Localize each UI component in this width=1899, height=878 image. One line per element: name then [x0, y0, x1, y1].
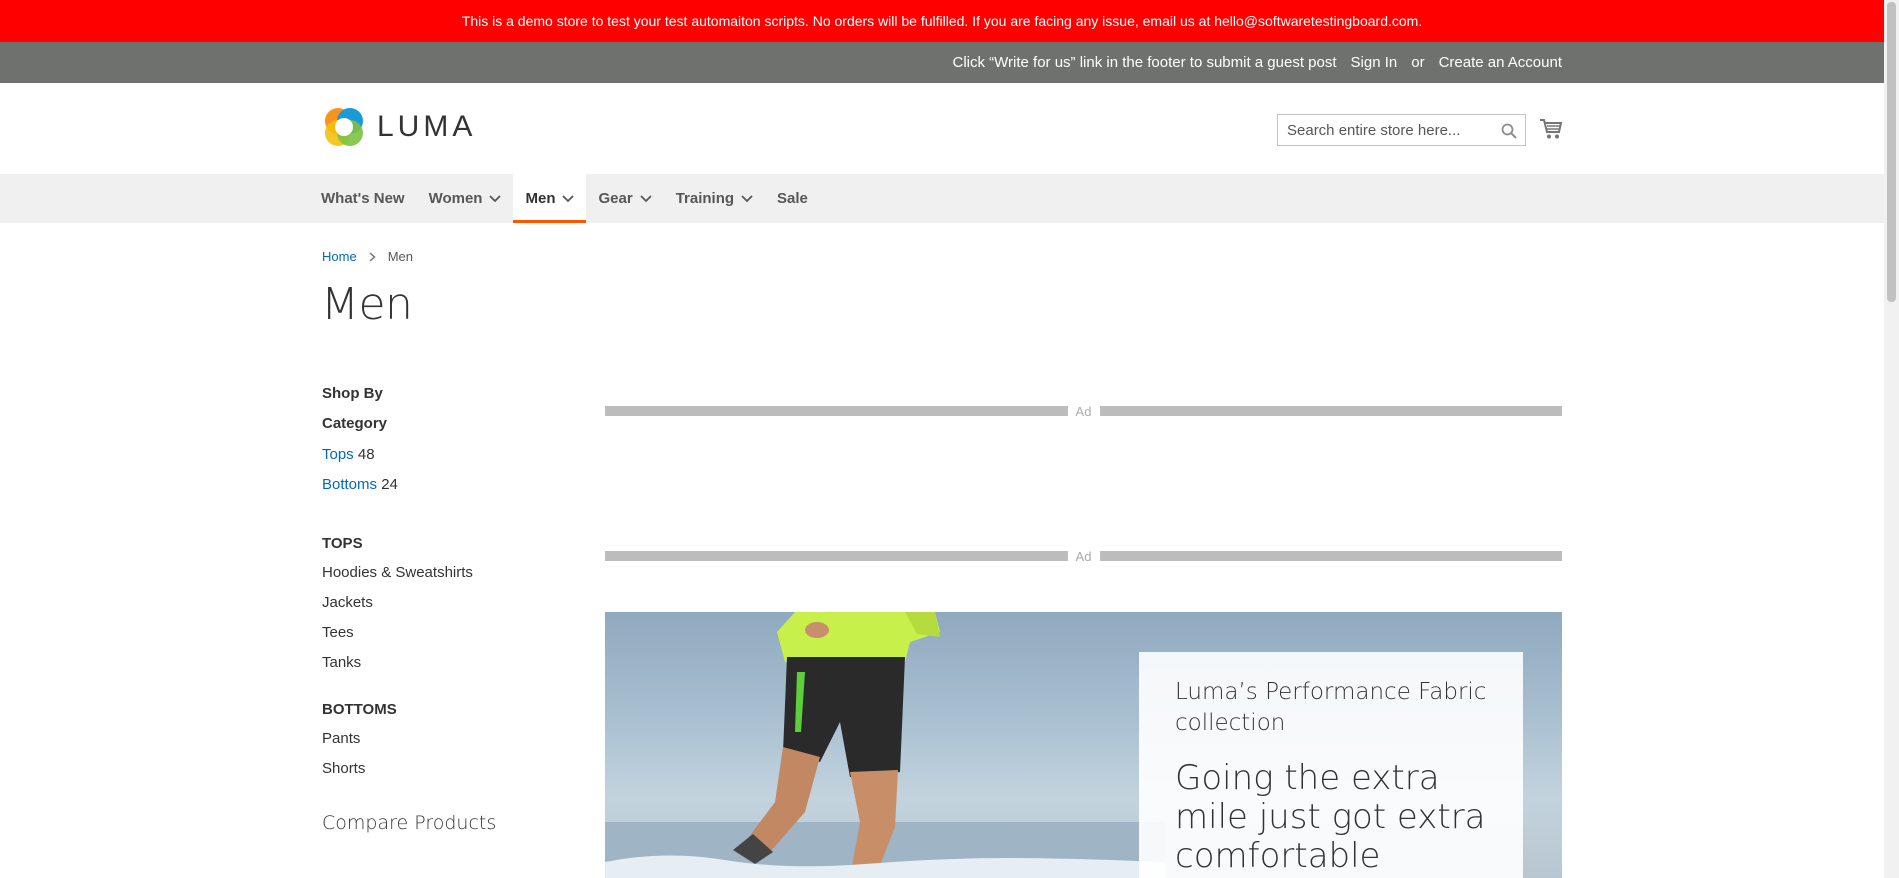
chevron-down-icon [562, 194, 575, 202]
hero-banner[interactable]: Luma’s Performance Fabric collection Goi… [605, 612, 1562, 878]
ad-label: Ad [1075, 403, 1092, 419]
store-logo[interactable]: LUMA [321, 104, 476, 150]
demo-notice-banner: This is a demo store to test your test a… [0, 0, 1884, 42]
search-box[interactable] [1277, 114, 1526, 146]
scrollbar-thumb[interactable] [1887, 2, 1896, 302]
sidebar-link-pants[interactable]: Pants [322, 724, 572, 754]
category-count: 48 [357, 446, 375, 463]
page-scrollbar[interactable] [1884, 0, 1899, 878]
category-filter-title[interactable]: Category [322, 415, 572, 437]
ad-divider [605, 406, 1068, 416]
ad-placeholder: Ad [605, 548, 1562, 564]
top-panel-links: Click “Write for us” link in the footer … [952, 42, 1562, 83]
breadcrumb-home-link[interactable]: Home [322, 249, 357, 264]
tops-section-title: TOPS [322, 535, 363, 552]
nav-item-sale[interactable]: Sale [765, 174, 820, 223]
chevron-right-icon [369, 251, 376, 262]
nav-item-gear[interactable]: Gear [586, 174, 663, 223]
sidebar-link-hoodies[interactable]: Hoodies & Sweatshirts [322, 558, 572, 588]
runner-photo [605, 612, 1165, 878]
sidebar-link-tanks[interactable]: Tanks [322, 648, 572, 678]
search-icon[interactable] [1501, 123, 1517, 139]
ad-divider [1099, 406, 1562, 416]
breadcrumb: Home Men [322, 249, 413, 264]
nav-item-label: Gear [598, 190, 633, 207]
ad-divider [1099, 551, 1562, 561]
sign-in-link[interactable]: Sign In [1351, 54, 1398, 71]
chevron-down-icon [489, 194, 502, 202]
nav-item-label: Sale [777, 190, 808, 207]
nav-item-label: What's New [321, 190, 405, 207]
chevron-down-icon [741, 194, 753, 202]
search-input[interactable] [1278, 121, 1497, 139]
category-filter-link-bottoms[interactable]: Bottoms [322, 476, 377, 493]
nav-menu: What's New Women Men Gear Training Sale [309, 174, 820, 223]
top-panel: Click “Write for us” link in the footer … [0, 42, 1884, 83]
ad-divider [605, 551, 1068, 561]
or-separator: or [1411, 54, 1425, 71]
compare-products-title: Compare Products [322, 812, 497, 834]
luma-logo-icon [325, 108, 363, 146]
sidebar-filters: Shop By Category Tops 48 Bottoms 24 TOPS… [322, 385, 572, 834]
category-filter-link-tops[interactable]: Tops [322, 446, 354, 463]
guest-post-message: Click “Write for us” link in the footer … [952, 54, 1337, 71]
sidebar-link-tees[interactable]: Tees [322, 618, 572, 648]
sidebar-link-jackets[interactable]: Jackets [322, 588, 572, 618]
bottoms-section-title: BOTTOMS [322, 701, 397, 718]
nav-item-label: Women [428, 190, 483, 207]
category-filter-item[interactable]: Tops 48 [322, 442, 572, 467]
logo-text: LUMA [377, 110, 477, 143]
bottoms-links: Pants Shorts [322, 724, 572, 784]
nav-item-women[interactable]: Women [417, 174, 514, 223]
chevron-down-icon [640, 194, 652, 202]
nav-item-men[interactable]: Men [513, 174, 587, 223]
tops-links: Hoodies & Sweatshirts Jackets Tees Tanks [322, 558, 572, 678]
page-title: Men [321, 279, 413, 330]
sidebar-link-shorts[interactable]: Shorts [322, 754, 572, 784]
create-account-link[interactable]: Create an Account [1439, 54, 1562, 71]
nav-item-label: Men [525, 190, 556, 207]
hero-subtitle: Luma’s Performance Fabric collection [1175, 679, 1487, 736]
category-filter-item[interactable]: Bottoms 24 [322, 472, 572, 497]
hero-headline: Going the extra mile just got extra comf… [1175, 758, 1486, 876]
nav-item-label: Training [675, 190, 735, 207]
main-navigation: What's New Women Men Gear Training Sale [0, 174, 1884, 223]
breadcrumb-current: Men [387, 249, 413, 264]
category-count: 24 [381, 476, 398, 493]
demo-notice-text: This is a demo store to test your test a… [461, 13, 1423, 29]
ad-label: Ad [1075, 548, 1092, 564]
shop-by-title: Shop By [322, 385, 383, 402]
nav-item-training[interactable]: Training [664, 174, 765, 223]
nav-item-whats-new[interactable]: What's New [309, 174, 417, 223]
cart-icon[interactable] [1539, 118, 1563, 140]
hero-promo-card: Luma’s Performance Fabric collection Goi… [1139, 652, 1523, 878]
ad-placeholder: Ad [605, 403, 1562, 419]
